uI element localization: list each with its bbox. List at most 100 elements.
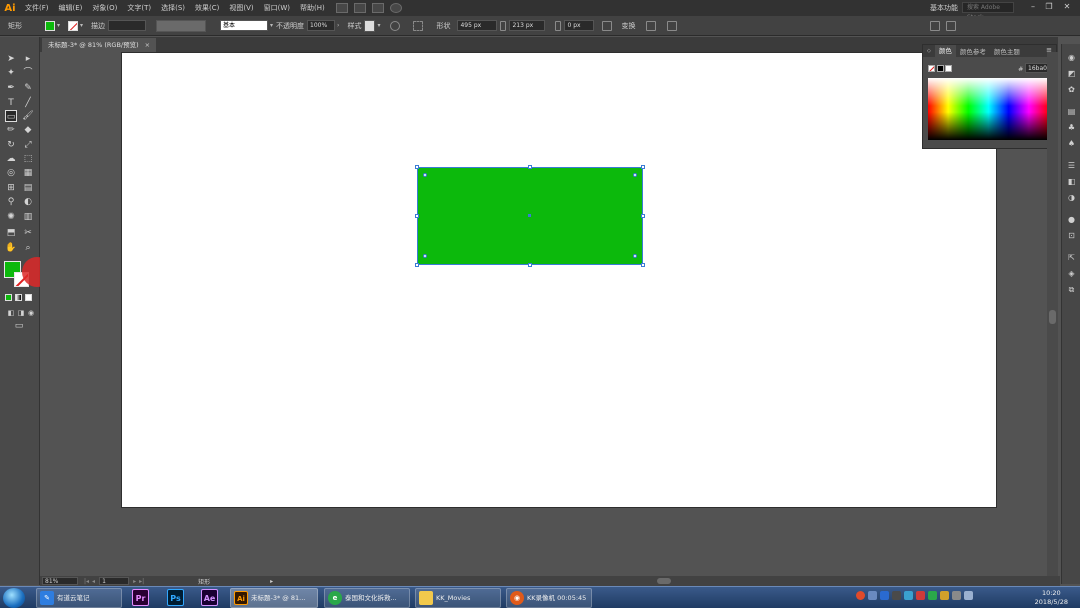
gradient-tool-icon[interactable]: ▤ [22, 182, 34, 194]
height-input[interactable]: 213 px [509, 20, 546, 31]
tray-keyboard-icon[interactable] [892, 591, 901, 600]
direct-selection-tool-icon[interactable]: ▸ [22, 53, 34, 65]
close-window-icon[interactable]: ✕ [1062, 2, 1072, 12]
arrange-panels-icon[interactable] [930, 20, 941, 31]
tray-update-icon[interactable] [940, 591, 949, 600]
selection-tool-icon[interactable]: ➤ [5, 53, 17, 65]
scale-tool-icon[interactable]: ⤢ [22, 139, 34, 151]
align-icon[interactable] [413, 20, 424, 31]
opacity-input[interactable]: 100% [307, 20, 336, 31]
pen-tool-icon[interactable]: ✒ [5, 82, 17, 94]
chevron-down-icon[interactable]: ▾ [270, 22, 273, 29]
symbols-icon[interactable]: ♣ [1066, 122, 1077, 133]
menu-help[interactable]: 帮助(H) [295, 3, 330, 13]
premiere-icon[interactable]: Pr [132, 589, 149, 606]
artboards-icon[interactable]: ⧉ [1066, 284, 1077, 295]
artboard-navigation-input[interactable]: 1 [99, 577, 130, 585]
menu-type[interactable]: 文字(T) [122, 3, 156, 13]
live-corner-widget[interactable] [423, 173, 427, 177]
menu-window[interactable]: 窗口(W) [259, 3, 295, 13]
collapse-icon[interactable]: ◇ [923, 48, 935, 54]
bounding-box-handle[interactable] [641, 263, 645, 267]
perspective-grid-tool-icon[interactable]: ▦ [22, 167, 34, 179]
document-tab[interactable]: 未标题-3* @ 81% (RGB/预览) × [42, 38, 157, 52]
bounding-box-handle[interactable] [641, 165, 645, 169]
fill-color-swatch[interactable] [45, 20, 55, 31]
type-tool-icon[interactable]: T [5, 97, 17, 109]
tray-input-icon[interactable] [868, 591, 877, 600]
hand-tool-icon[interactable]: ✋ [5, 242, 17, 254]
stock-search-input[interactable]: 搜索 Adobe Stock [962, 2, 1014, 21]
shape-label[interactable]: 形状 [436, 21, 450, 31]
gpu-performance-icon[interactable] [389, 3, 402, 13]
export-icon[interactable]: ⇱ [1066, 252, 1077, 263]
brushes-icon[interactable]: ▤ [1066, 106, 1077, 117]
swatches-icon[interactable]: ✿ [1066, 84, 1077, 95]
tray-app-icon[interactable] [904, 591, 913, 600]
after-effects-icon[interactable]: Ae [201, 589, 218, 606]
stroke-color-swatch[interactable] [68, 20, 79, 31]
chevron-down-icon[interactable]: ▾ [57, 22, 60, 29]
layers-icon[interactable]: ◈ [1066, 268, 1077, 279]
transform-button[interactable]: 变换 [621, 21, 635, 31]
column-graph-tool-icon[interactable]: ▥ [22, 211, 34, 223]
eraser-tool-icon[interactable]: ◆ [22, 124, 34, 136]
isolate-icon[interactable] [667, 20, 678, 31]
graphic-style-swatch[interactable] [364, 19, 376, 32]
stroke-weight-input[interactable] [108, 20, 147, 31]
tray-volume-icon[interactable] [964, 591, 973, 600]
arrange-documents-icon[interactable] [371, 3, 384, 13]
taskbar-browser[interactable]: e 泰国和文化拆救... [324, 588, 410, 608]
tray-security-icon[interactable] [916, 591, 925, 600]
stock-icon[interactable] [353, 3, 366, 13]
tab-color-guide[interactable]: 颜色参考 [956, 46, 990, 56]
line-tool-icon[interactable]: ╱ [22, 97, 34, 109]
live-corner-widget[interactable] [423, 254, 427, 258]
chevron-down-icon[interactable]: ▾ [80, 22, 83, 29]
artboard-prev-icon[interactable]: ◂ [92, 578, 95, 585]
blend-tool-icon[interactable]: ◐ [22, 196, 34, 208]
tray-sogou-icon[interactable] [856, 591, 865, 600]
shape-builder-tool-icon[interactable]: ◎ [5, 167, 17, 179]
menu-effect[interactable]: 效果(C) [190, 3, 224, 13]
taskbar-illustrator[interactable]: Ai 未标题-3* @ 81... [230, 588, 318, 608]
taskbar-kk-recorder[interactable]: ◉ KK录像机 00:05:45 [506, 588, 592, 608]
zoom-input[interactable]: 81% [42, 577, 78, 585]
tray-battery-icon[interactable] [952, 591, 961, 600]
start-button[interactable] [3, 588, 25, 608]
menu-file[interactable]: 文件(F) [20, 3, 54, 13]
menu-edit[interactable]: 编辑(E) [54, 3, 88, 13]
tab-color[interactable]: 颜色 [934, 45, 956, 57]
artboard-last-icon[interactable]: ▸| [139, 578, 144, 585]
vertical-scrollbar-thumb[interactable] [1049, 310, 1056, 324]
tab-color-themes[interactable]: 颜色主题 [990, 46, 1024, 56]
appearance-icon[interactable]: ● [1066, 214, 1077, 225]
eyedropper-tool-icon[interactable]: ⚲ [5, 196, 17, 208]
graphic-styles-icon[interactable]: ♠ [1066, 138, 1077, 149]
shaper-tool-icon[interactable]: ✏ [5, 124, 17, 136]
free-transform-tool-icon[interactable]: ⬚ [22, 153, 34, 165]
variable-width-profile[interactable] [156, 19, 207, 32]
rotate-tool-icon[interactable]: ↻ [5, 139, 17, 151]
symbol-sprayer-tool-icon[interactable]: ✺ [5, 211, 17, 223]
zoom-tool-icon[interactable]: ⌕ [22, 242, 34, 254]
taskbar-kk-movies[interactable]: KK_Movies [415, 588, 501, 608]
tray-network-icon[interactable] [880, 591, 889, 600]
color-panel-icon[interactable]: ◉ [1066, 52, 1077, 63]
bounding-box-handle[interactable] [641, 214, 645, 218]
color-spectrum[interactable] [928, 78, 1049, 140]
brush-definition-dropdown[interactable]: 基本 [220, 20, 269, 31]
white-swatch[interactable] [945, 65, 952, 72]
artboard-tool-icon[interactable]: ⬒ [5, 227, 17, 239]
horizontal-scrollbar-thumb[interactable] [657, 578, 671, 584]
stroke-icon[interactable]: ☰ [1066, 160, 1077, 171]
bounding-box-handle[interactable] [415, 263, 419, 267]
transparency-icon[interactable]: ◑ [1066, 192, 1077, 203]
corner-radius-input[interactable]: 0 px [564, 20, 595, 31]
live-corner-widget[interactable] [633, 254, 637, 258]
recolor-artwork-icon[interactable] [390, 20, 401, 31]
menu-view[interactable]: 视图(V) [224, 3, 258, 13]
constrain-icon[interactable] [602, 20, 613, 31]
rectangle-tool-icon[interactable]: ▭ [5, 110, 17, 122]
corner-type-icon[interactable] [555, 20, 562, 31]
